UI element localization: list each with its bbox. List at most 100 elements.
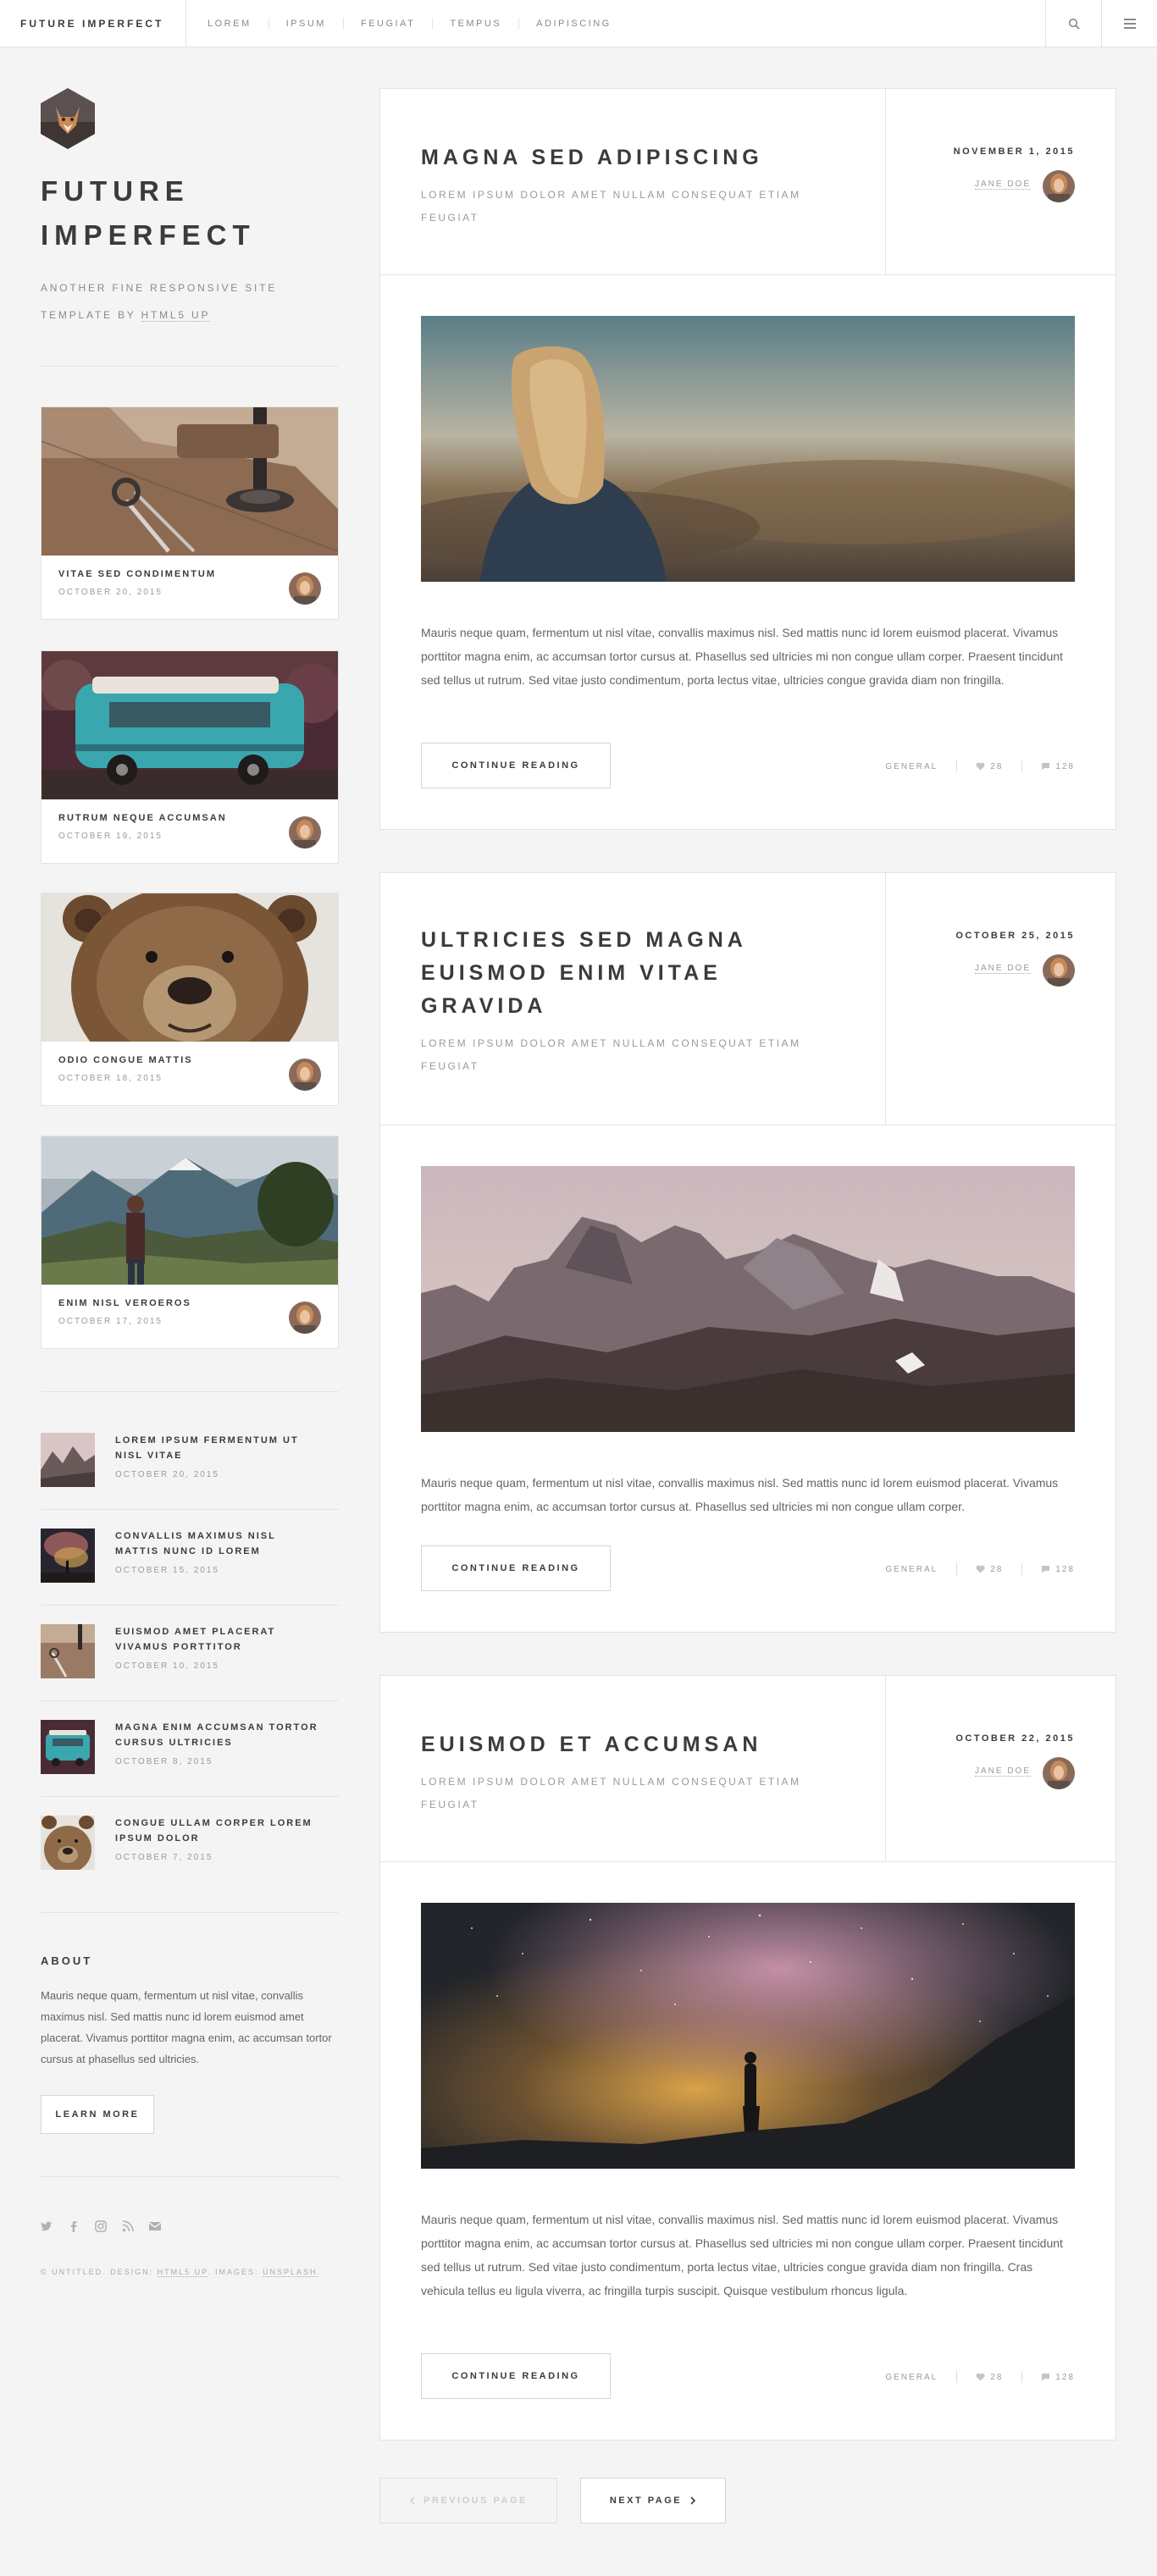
html5up-link[interactable]: HTML5 UP — [141, 309, 211, 322]
list-item-title[interactable]: CONGUE ULLAM CORPER LOREM IPSUM DOLOR — [115, 1816, 339, 1846]
list-item-date: OCTOBER 8, 2015 — [115, 1757, 213, 1766]
divider — [41, 1796, 339, 1797]
author-avatar[interactable] — [289, 816, 321, 849]
search-button[interactable] — [1045, 0, 1101, 47]
heart-icon — [976, 1565, 985, 1573]
post-likes[interactable]: 28 — [976, 2373, 1003, 2382]
next-page-button[interactable]: NEXT PAGE — [580, 2478, 726, 2523]
post-excerpt: Mauris neque quam, fermentum ut nisl vit… — [421, 2213, 1063, 2297]
images-label: . IMAGES: — [208, 2268, 263, 2276]
intro-title-line: FUTURE — [41, 175, 190, 207]
heart-icon — [976, 2373, 985, 2381]
post-image[interactable] — [421, 1903, 1075, 2169]
divider — [41, 366, 339, 367]
learn-more-button[interactable]: LEARN MORE — [41, 2095, 154, 2134]
nav-link-adipiscing[interactable]: ADIPISCING — [518, 17, 628, 30]
mini-post-title[interactable]: ODIO CONGUE MATTIS — [58, 1055, 193, 1065]
post-date: OCTOBER 25, 2015 — [955, 931, 1075, 941]
continue-reading-button[interactable]: CONTINUE READING — [421, 743, 611, 788]
mini-post-image[interactable] — [42, 893, 338, 1042]
post-author[interactable]: JANE DOE — [974, 964, 1031, 974]
list-item: CONGUE ULLAM CORPER LOREM IPSUM DOLOR OCT… — [41, 1816, 339, 1910]
list-item-title[interactable]: EUISMOD AMET PLACERAT VIVAMUS PORTTITOR — [115, 1624, 339, 1655]
post-author[interactable]: JANE DOE — [974, 180, 1031, 190]
post-likes[interactable]: 28 — [976, 1565, 1003, 1574]
author-avatar[interactable] — [289, 1059, 321, 1091]
mini-post-title[interactable]: VITAE SED CONDIMENTUM — [58, 569, 216, 579]
list-item: MAGNA ENIM ACCUMSAN TORTOR CURSUS ULTRICI… — [41, 1720, 339, 1815]
list-item-title-line: VIVAMUS PORTTITOR — [115, 1642, 242, 1652]
mini-post-title[interactable]: RUTRUM NEQUE ACCUMSAN — [58, 813, 227, 823]
images-credit-link[interactable]: UNSPLASH — [263, 2268, 318, 2277]
post-title[interactable]: MAGNA SED ADIPISCING — [421, 141, 861, 174]
mini-post-image[interactable] — [42, 1136, 338, 1285]
list-item-thumbnail[interactable] — [41, 1433, 95, 1487]
previous-page-button[interactable]: PREVIOUS PAGE — [379, 2478, 557, 2523]
post-author[interactable]: JANE DOE — [974, 1766, 1031, 1777]
post-stats: GENERAL 28 128 — [885, 760, 1075, 772]
menu-icon — [1123, 18, 1136, 29]
author-avatar[interactable] — [1043, 170, 1075, 202]
list-item-date: OCTOBER 7, 2015 — [115, 1853, 213, 1862]
post-comments-count: 128 — [1055, 761, 1075, 771]
post-comments[interactable]: 128 — [1041, 2373, 1075, 2382]
nav-link-tempus[interactable]: TEMPUS — [432, 17, 518, 30]
post-image[interactable] — [421, 1166, 1075, 1432]
post-image[interactable] — [421, 316, 1075, 582]
site-logo[interactable] — [41, 88, 95, 149]
post-likes[interactable]: 28 — [976, 762, 1003, 771]
post-meta: OCTOBER 25, 2015 JANE DOE — [885, 873, 1115, 1125]
design-credit-link[interactable]: HTML5 UP — [157, 2268, 208, 2277]
divider — [956, 2371, 958, 2383]
mini-post-title[interactable]: ENIM NISL VEROEROS — [58, 1298, 191, 1308]
mini-post-image[interactable] — [42, 651, 338, 799]
author-avatar[interactable] — [1043, 1757, 1075, 1789]
post-subtitle-line: FEUGIAT — [421, 212, 479, 224]
list-item: LOREM IPSUM FERMENTUM UT NISL VITAE OCTOB… — [41, 1433, 339, 1528]
post-subtitle-line: LOREM IPSUM DOLOR AMET NULLAM CONSEQUAT … — [421, 1776, 801, 1788]
post-title-line: GRAVIDA — [421, 994, 547, 1018]
mini-post-date: OCTOBER 20, 2015 — [58, 588, 163, 597]
mini-post-image[interactable] — [42, 407, 338, 556]
previous-page-label: PREVIOUS PAGE — [423, 2496, 528, 2506]
site-brand[interactable]: FUTURE IMPERFECT — [0, 0, 186, 47]
nav-link-ipsum[interactable]: IPSUM — [268, 17, 343, 30]
copyright-prefix: © UNTITLED. DESIGN: — [41, 2268, 158, 2276]
nav-link-lorem[interactable]: LOREM — [187, 18, 268, 30]
list-item-thumbnail[interactable] — [41, 1624, 95, 1678]
list-item-date: OCTOBER 20, 2015 — [115, 1470, 219, 1479]
instagram-icon[interactable] — [95, 2220, 107, 2232]
continue-reading-button[interactable]: CONTINUE READING — [421, 2353, 611, 2399]
mini-post: RUTRUM NEQUE ACCUMSAN OCTOBER 19, 2015 — [41, 650, 339, 864]
intro-subtitle: ANOTHER FINE RESPONSIVE SITE TEMPLATE BY… — [41, 274, 277, 329]
post-category[interactable]: GENERAL — [885, 1565, 938, 1574]
nav-link-feugiat[interactable]: FEUGIAT — [342, 17, 432, 30]
chevron-right-icon — [690, 2496, 696, 2505]
list-item-title-line: MAGNA ENIM ACCUMSAN TORTOR — [115, 1722, 318, 1733]
list-item-thumbnail[interactable] — [41, 1528, 95, 1583]
post-category[interactable]: GENERAL — [885, 2373, 938, 2382]
divider — [41, 1605, 339, 1606]
author-avatar[interactable] — [289, 1302, 321, 1334]
list-item-thumbnail[interactable] — [41, 1816, 95, 1870]
post-category[interactable]: GENERAL — [885, 762, 938, 771]
author-avatar[interactable] — [289, 572, 321, 605]
twitter-icon[interactable] — [41, 2220, 53, 2232]
menu-button[interactable] — [1101, 0, 1157, 47]
post-stats: GENERAL 28 128 — [885, 1563, 1075, 1575]
post-title[interactable]: EUISMOD ET ACCUMSAN — [421, 1728, 861, 1761]
rss-icon[interactable] — [122, 2220, 134, 2232]
author-avatar[interactable] — [1043, 954, 1075, 987]
list-item-thumbnail[interactable] — [41, 1720, 95, 1774]
post-comments[interactable]: 128 — [1041, 1565, 1075, 1574]
continue-reading-button[interactable]: CONTINUE READING — [421, 1545, 611, 1591]
list-item-title[interactable]: CONVALLIS MAXIMUS NISL MATTIS NUNC ID LOR… — [115, 1528, 339, 1559]
email-icon[interactable] — [149, 2220, 161, 2232]
post-title[interactable]: ULTRICIES SED MAGNA EUISMOD ENIM VITAE G… — [421, 924, 861, 1023]
list-item-title[interactable]: MAGNA ENIM ACCUMSAN TORTOR CURSUS ULTRICI… — [115, 1720, 339, 1750]
heart-icon — [976, 762, 985, 771]
list-item-title[interactable]: LOREM IPSUM FERMENTUM UT NISL VITAE — [115, 1433, 339, 1463]
post-comments[interactable]: 128 — [1041, 762, 1075, 771]
list-item-title-line: IPSUM DOLOR — [115, 1833, 200, 1844]
facebook-icon[interactable] — [68, 2220, 80, 2232]
